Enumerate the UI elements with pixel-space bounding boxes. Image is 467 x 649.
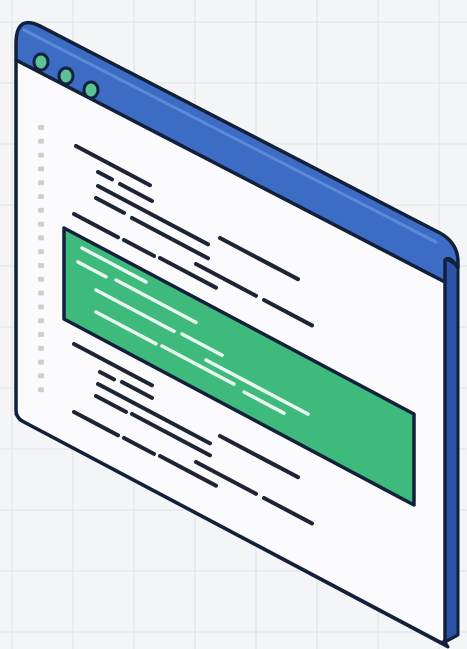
gutter-dot <box>38 235 44 241</box>
gutter-dot <box>38 387 44 393</box>
window-side-edge <box>443 256 460 644</box>
gutter-dot <box>38 290 44 296</box>
illustration-canvas <box>0 0 467 649</box>
gutter-dot <box>38 332 44 337</box>
gutter-dot <box>38 207 44 213</box>
gutter-dot <box>38 125 44 130</box>
gutter-dot <box>38 180 44 186</box>
gutter-dot <box>38 318 44 324</box>
gutter-dot <box>38 304 44 310</box>
gutter-dot <box>38 345 44 351</box>
window-button-maximize-icon <box>82 80 100 100</box>
gutter-dot <box>38 221 44 227</box>
gutter-dot <box>38 263 44 268</box>
gutter-dot <box>38 373 44 379</box>
gutter-dot <box>38 194 44 199</box>
gutter-dot <box>38 166 44 172</box>
gutter-dot <box>38 138 44 144</box>
gutter-dot <box>38 152 44 158</box>
gutter-dot <box>38 359 44 365</box>
gutter-dot <box>38 249 44 255</box>
gutter-dot <box>38 276 44 282</box>
window-button-close-icon <box>32 52 50 72</box>
window-button-minimize-icon <box>57 66 75 86</box>
